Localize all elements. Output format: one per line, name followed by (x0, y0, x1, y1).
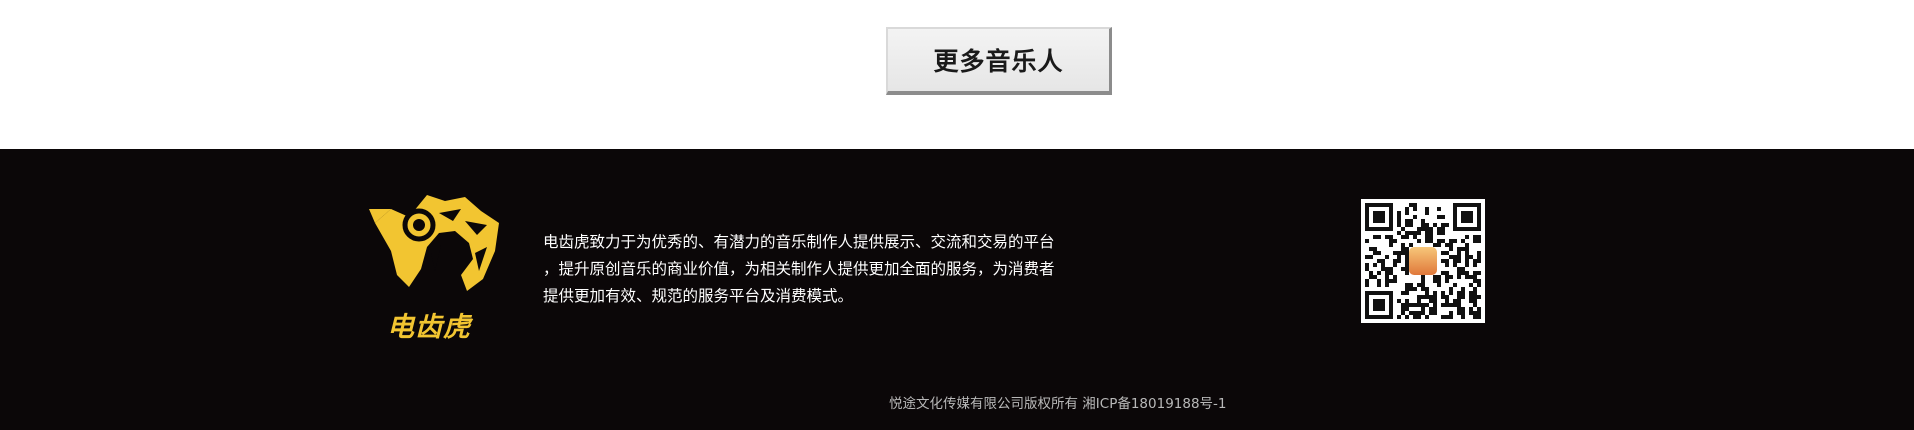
qr-code-icon (1361, 199, 1485, 323)
more-musicians-button[interactable]: 更多音乐人 (886, 27, 1112, 95)
description-line: 电齿虎致力于为优秀的、有潜力的音乐制作人提供展示、交流和交易的平台 (543, 233, 1055, 251)
copyright-text: 悦途文化传媒有限公司版权所有 湘ICP备18019188号-1 (889, 396, 1227, 412)
description-line: 提供更加有效、规范的服务平台及消费模式。 (543, 287, 854, 305)
top-section: 更多音乐人 (0, 0, 1914, 149)
description-line: ，提升原创音乐的商业价值，为相关制作人提供更加全面的服务，为消费者 (543, 260, 1055, 278)
brand-name: 电齿虎 (387, 312, 471, 343)
tiger-headphones-icon (369, 195, 499, 291)
brand-logo[interactable]: 电齿虎 (369, 191, 509, 343)
footer-description: 电齿虎致力于为优秀的、有潜力的音乐制作人提供展示、交流和交易的平台 ，提升原创音… (543, 229, 1083, 310)
